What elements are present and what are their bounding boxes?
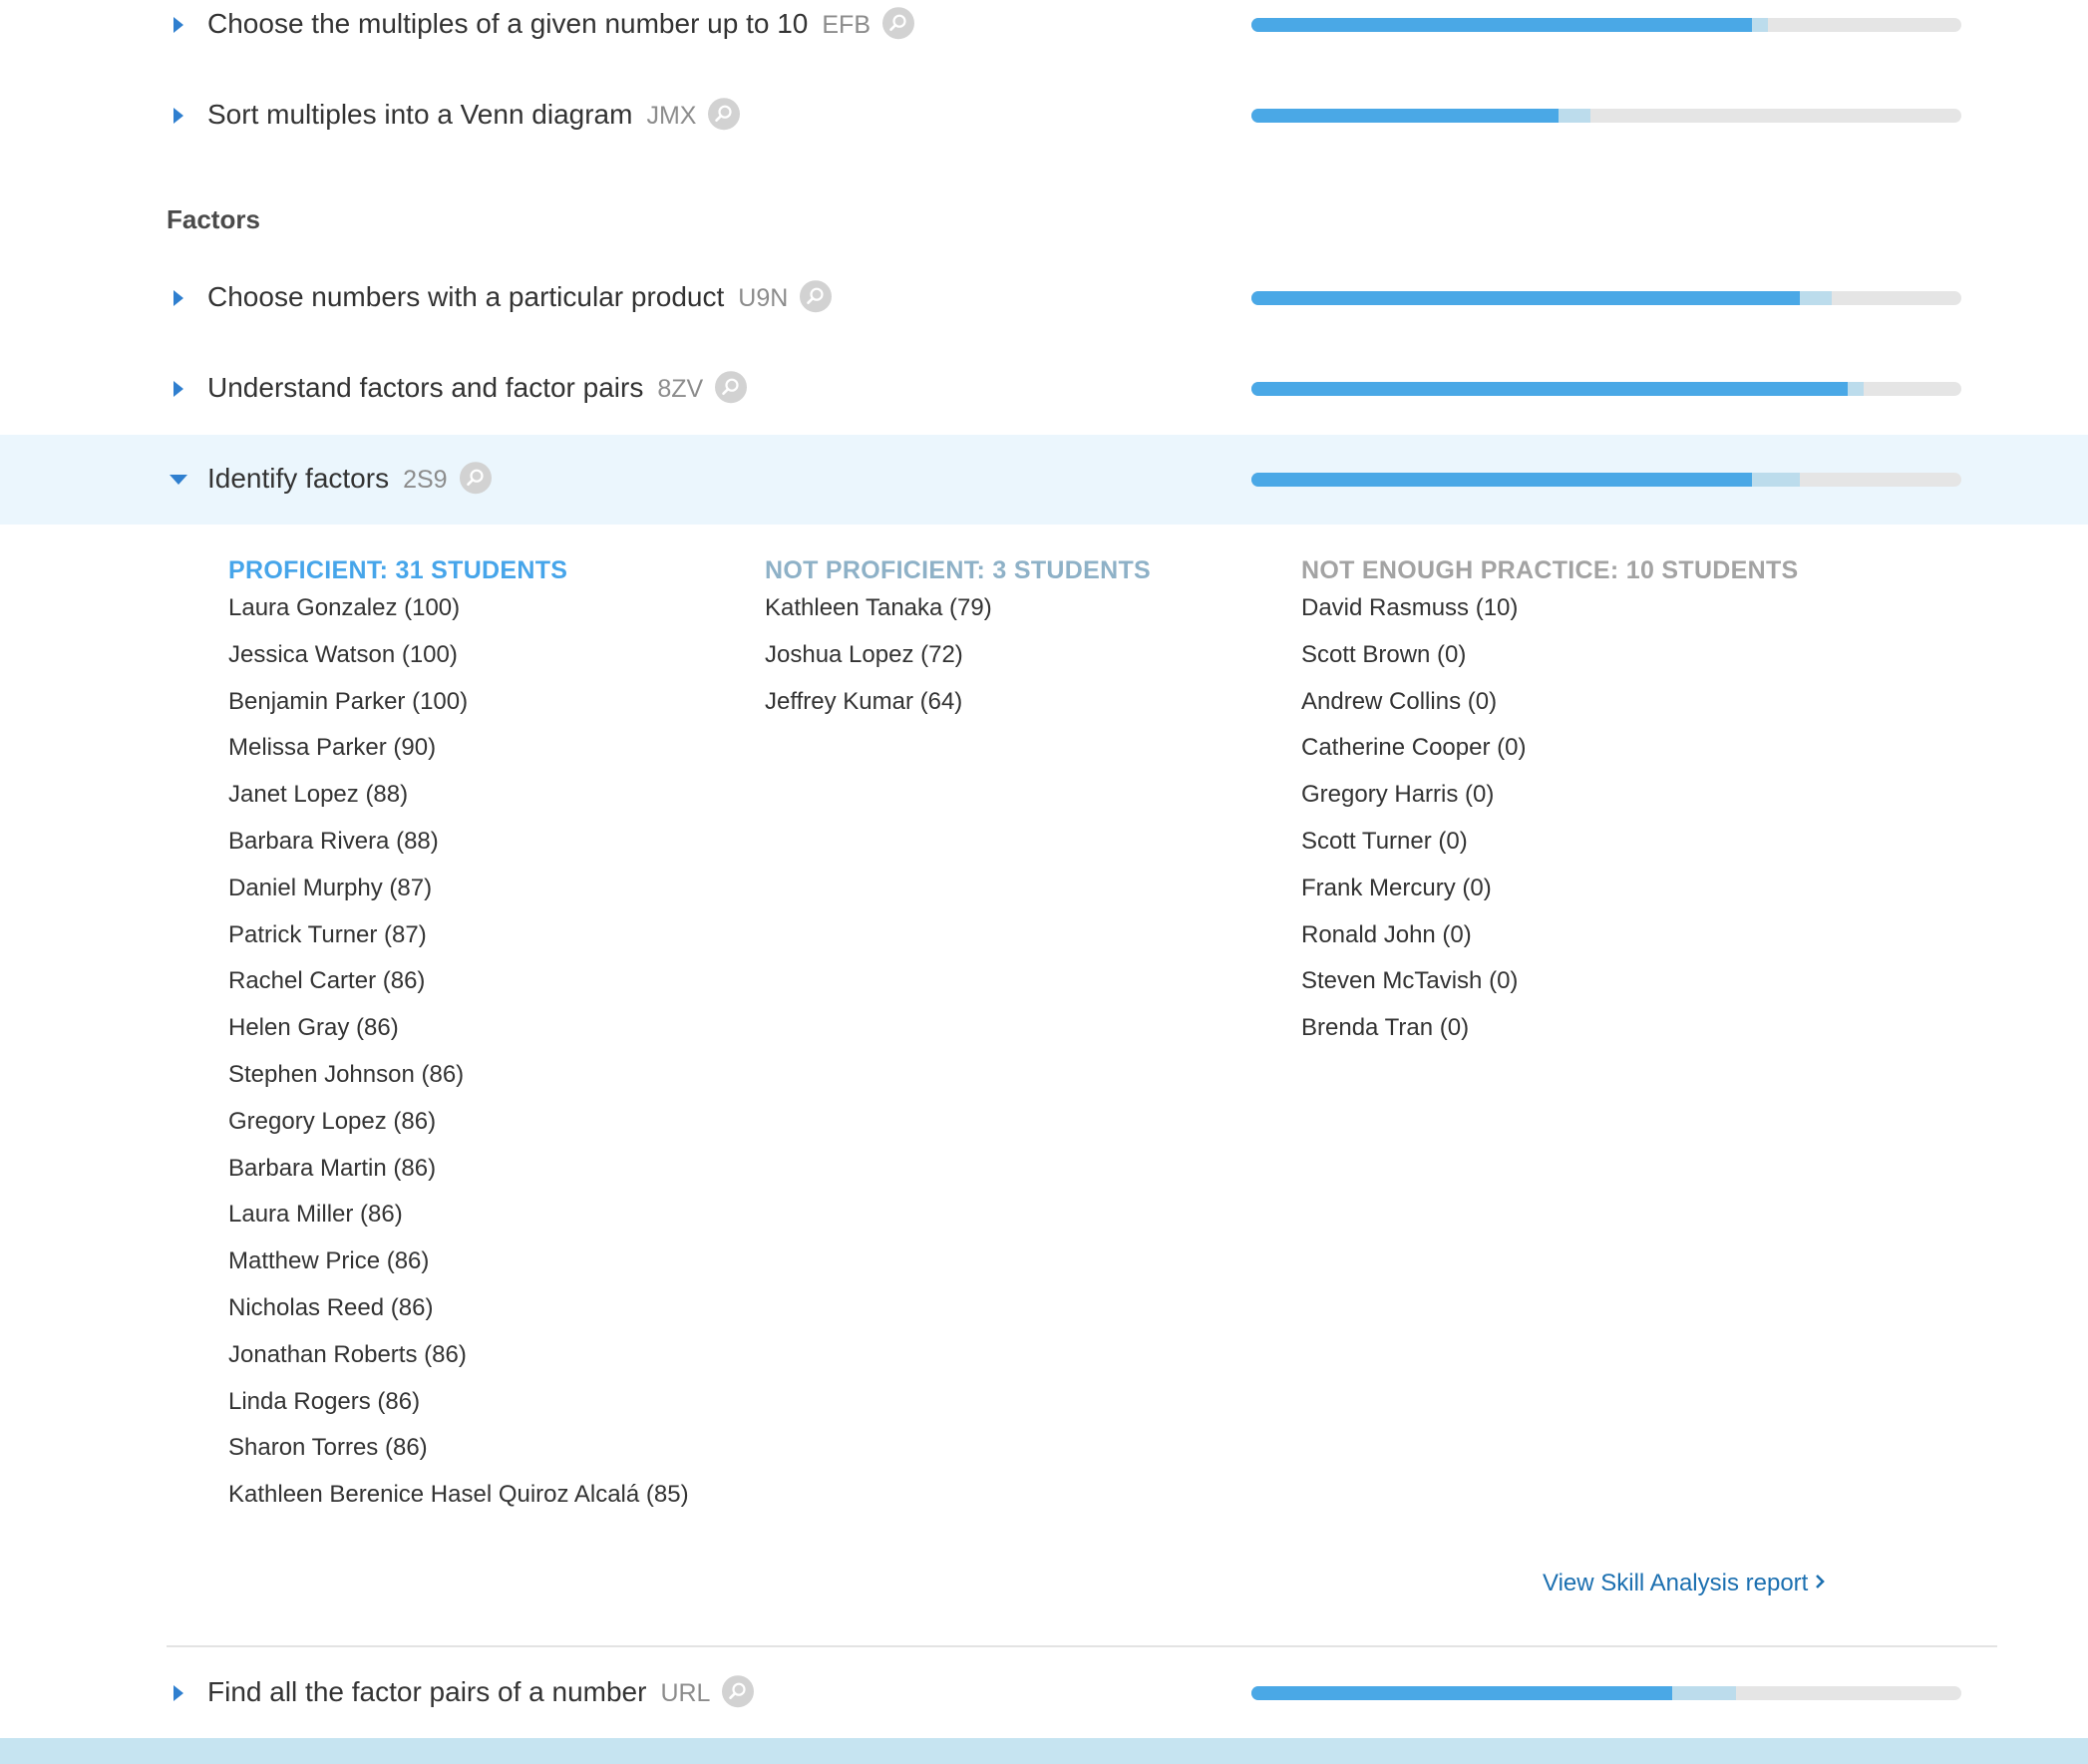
- student-entry: Gregory Lopez (86): [228, 1107, 437, 1135]
- student-entry: Joshua Lopez (72): [765, 640, 963, 668]
- magnifier-icon[interactable]: [722, 1674, 755, 1707]
- student-entry: Melissa Parker (90): [228, 734, 437, 762]
- progress-bar: [1251, 291, 1961, 305]
- caret-down-icon[interactable]: [170, 471, 187, 489]
- proficient-fill: [1251, 382, 1849, 396]
- skill-name[interactable]: Sort multiples into a Venn diagram JMX: [207, 97, 741, 133]
- progress-bar: [1251, 1686, 1961, 1700]
- skill-name[interactable]: Choose numbers with a particular product…: [207, 279, 833, 315]
- magnifier-icon[interactable]: [715, 370, 748, 403]
- progress-bar: [1251, 18, 1961, 32]
- skill-title: Choose the multiples of a given number u…: [207, 8, 809, 40]
- skill-title: Choose numbers with a particular product: [207, 281, 725, 313]
- skill-title: Identify factors: [207, 463, 390, 495]
- student-entry: Catherine Cooper (0): [1301, 734, 1527, 762]
- student-entry: Helen Gray (86): [228, 1014, 399, 1042]
- skill-title: Understand factors and factor pairs: [207, 372, 644, 404]
- caret-right-icon[interactable]: [170, 107, 187, 125]
- student-entry: Stephen Johnson (86): [228, 1060, 465, 1088]
- student-entry: Barbara Martin (86): [228, 1154, 437, 1182]
- not-proficient-heading: NOT PROFICIENT: 3 STUDENTS: [765, 556, 1151, 584]
- student-entry: Matthew Price (86): [228, 1247, 430, 1275]
- not-proficient-column: NOT PROFICIENT: 3 STUDENTS Kathleen Tana…: [765, 556, 1151, 731]
- student-entry: Sharon Torres (86): [228, 1434, 428, 1462]
- proficient-fill: [1251, 1686, 1672, 1700]
- caret-right-icon[interactable]: [170, 16, 187, 34]
- student-entry: Steven McTavish (0): [1301, 967, 1519, 995]
- student-entry: David Rasmuss (10): [1301, 594, 1519, 621]
- category-heading: Factors: [167, 204, 260, 234]
- skill-name[interactable]: Choose the multiples of a given number u…: [207, 6, 914, 42]
- skill-name[interactable]: Identify factors 2S9: [207, 461, 492, 497]
- skill-title: Find all the factor pairs of a number: [207, 1676, 647, 1708]
- not-enough-practice-column: NOT ENOUGH PRACTICE: 10 STUDENTS David R…: [1301, 556, 1799, 1058]
- student-entry: Nicholas Reed (86): [228, 1293, 434, 1321]
- student-entry: Scott Turner (0): [1301, 827, 1468, 855]
- proficient-fill: [1251, 18, 1752, 32]
- proficient-fill: [1251, 109, 1560, 123]
- caret-right-icon[interactable]: [170, 1684, 187, 1702]
- proficient-fill: [1251, 473, 1752, 487]
- progress-bar: [1251, 109, 1961, 123]
- skill-code: 2S9: [403, 466, 448, 495]
- skill-code: JMX: [646, 102, 697, 131]
- skill-row[interactable]: Find all the factor pairs of a number URL: [0, 1648, 2088, 1738]
- student-entry: Benjamin Parker (100): [228, 687, 469, 715]
- student-entry: Laura Miller (86): [228, 1201, 403, 1229]
- student-entry: Brenda Tran (0): [1301, 1014, 1470, 1042]
- skill-row-expanded[interactable]: Identify factors 2S9: [0, 435, 2088, 525]
- student-entry: Daniel Murphy (87): [228, 874, 433, 901]
- view-skill-analysis-link[interactable]: View Skill Analysis report: [1543, 1570, 1826, 1597]
- proficient-heading: PROFICIENT: 31 STUDENTS: [228, 556, 568, 584]
- student-entry: Andrew Collins (0): [1301, 687, 1498, 715]
- student-entry: Linda Rogers (86): [228, 1387, 421, 1415]
- skill-name[interactable]: Find all the factor pairs of a number URL: [207, 1674, 755, 1710]
- student-entry: Scott Brown (0): [1301, 640, 1467, 668]
- student-entry: Patrick Turner (87): [228, 920, 427, 948]
- skill-row[interactable]: Sort multiples into a Venn diagram JMX: [0, 71, 2088, 161]
- caret-right-icon[interactable]: [170, 289, 187, 307]
- skill-name[interactable]: Understand factors and factor pairs 8ZV: [207, 370, 748, 406]
- skill-title: Sort multiples into a Venn diagram: [207, 99, 633, 131]
- chevron-right-icon: [1814, 1570, 1826, 1597]
- student-entry: Janet Lopez (88): [228, 781, 409, 809]
- skill-row[interactable]: Understand factors and factor pairs 8ZV: [0, 344, 2088, 434]
- skill-code: U9N: [738, 284, 789, 313]
- caret-right-icon[interactable]: [170, 380, 187, 398]
- bottom-band: [0, 1738, 2088, 1764]
- magnifier-icon[interactable]: [882, 6, 914, 39]
- student-entry: Kathleen Berenice Hasel Quiroz Alcalá (8…: [228, 1481, 689, 1509]
- skill-row[interactable]: Choose the multiples of a given number u…: [0, 0, 2088, 70]
- magnifier-icon[interactable]: [708, 97, 741, 130]
- student-entry: Frank Mercury (0): [1301, 874, 1492, 901]
- magnifier-icon[interactable]: [800, 279, 833, 312]
- student-entry: Ronald John (0): [1301, 920, 1472, 948]
- skill-code: 8ZV: [657, 375, 704, 404]
- student-entry: Barbara Rivera (88): [228, 827, 439, 855]
- student-entry: Jeffrey Kumar (64): [765, 687, 963, 715]
- student-entry: Kathleen Tanaka (79): [765, 594, 992, 621]
- skill-code: EFB: [822, 11, 870, 40]
- proficient-fill: [1251, 291, 1800, 305]
- progress-bar: [1251, 382, 1961, 396]
- student-list: David Rasmuss (10) Scott Brown (0) Andrew …: [1301, 591, 1799, 1058]
- link-label: View Skill Analysis report: [1543, 1570, 1809, 1596]
- proficient-column: PROFICIENT: 31 STUDENTS Laura Gonzalez (…: [228, 556, 689, 1525]
- student-entry: Jessica Watson (100): [228, 640, 458, 668]
- divider: [167, 1645, 1997, 1647]
- student-list: Kathleen Tanaka (79) Joshua Lopez (72) Jef…: [765, 591, 1151, 731]
- student-entry: Rachel Carter (86): [228, 967, 426, 995]
- not-enough-practice-heading: NOT ENOUGH PRACTICE: 10 STUDENTS: [1301, 556, 1799, 584]
- skill-row[interactable]: Choose numbers with a particular product…: [0, 253, 2088, 343]
- skill-code: URL: [660, 1679, 711, 1708]
- progress-bar: [1251, 473, 1961, 487]
- student-entry: Gregory Harris (0): [1301, 781, 1495, 809]
- magnifier-icon[interactable]: [459, 461, 492, 494]
- student-list: Laura Gonzalez (100) Jessica Watson (100)…: [228, 591, 689, 1525]
- student-entry: Jonathan Roberts (86): [228, 1340, 467, 1368]
- student-entry: Laura Gonzalez (100): [228, 594, 461, 621]
